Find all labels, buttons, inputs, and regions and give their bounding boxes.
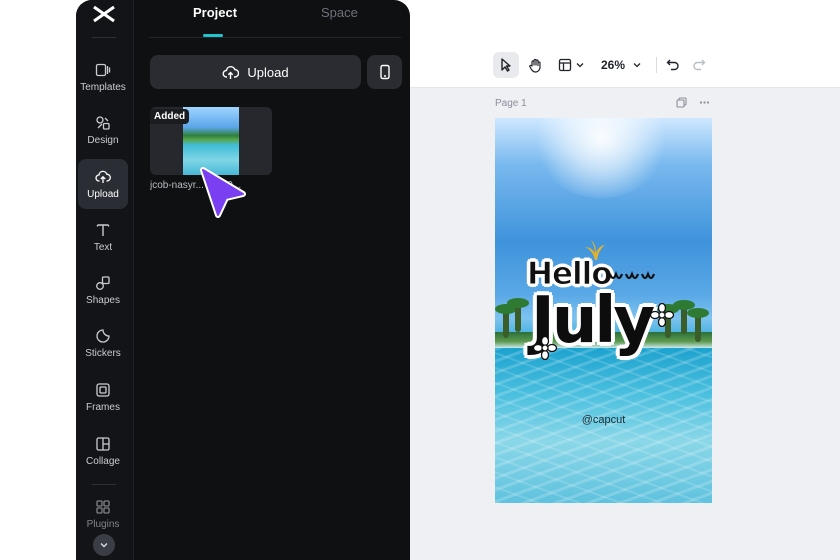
sidebar-item-upload[interactable]: Upload bbox=[78, 159, 128, 209]
page-label: Page 1 bbox=[495, 98, 527, 109]
chevron-down-icon bbox=[576, 63, 584, 68]
page-actions bbox=[676, 97, 710, 108]
added-badge: Added bbox=[150, 109, 190, 124]
sidebar-item-design[interactable]: Design bbox=[78, 105, 128, 155]
phone-upload-button[interactable] bbox=[367, 55, 402, 89]
zoom-dropdown[interactable]: 26% bbox=[594, 52, 648, 78]
palm-tree bbox=[687, 308, 709, 342]
layout-button[interactable] bbox=[554, 52, 588, 78]
tab-divider bbox=[149, 37, 401, 38]
plugins-icon bbox=[94, 498, 112, 516]
palm-tree bbox=[673, 300, 695, 334]
palm-tree bbox=[495, 304, 517, 338]
canvas-toolbar: 26% bbox=[380, 42, 840, 88]
sidebar-item-label: Stickers bbox=[85, 348, 121, 359]
layout-icon bbox=[558, 58, 572, 72]
sidebar-item-label: Templates bbox=[80, 82, 126, 93]
tab-project[interactable]: Project bbox=[193, 5, 237, 20]
phone-icon bbox=[379, 64, 390, 80]
flower-sticker[interactable] bbox=[533, 336, 557, 360]
hand-tool-button[interactable] bbox=[522, 52, 548, 78]
tab-space[interactable]: Space bbox=[321, 5, 358, 20]
duplicate-icon[interactable] bbox=[676, 97, 687, 108]
hand-icon bbox=[528, 58, 541, 73]
shapes-icon bbox=[94, 274, 112, 292]
upload-button[interactable]: Upload bbox=[150, 55, 361, 89]
sidebar-rail: Templates Design Upload Text Shapes Stic… bbox=[76, 0, 134, 560]
sidebar-item-templates[interactable]: Templates bbox=[78, 52, 128, 102]
frames-icon bbox=[94, 381, 112, 399]
upload-icon bbox=[94, 168, 112, 186]
undo-icon bbox=[666, 59, 679, 71]
app-window: Templates Design Upload Text Shapes Stic… bbox=[76, 0, 410, 560]
stickers-icon bbox=[94, 327, 112, 345]
palm-tree bbox=[507, 298, 529, 332]
rail-divider bbox=[92, 37, 116, 38]
more-icon[interactable] bbox=[699, 97, 710, 108]
wave-squiggle-sticker[interactable] bbox=[608, 270, 656, 284]
sidebar-item-label: Plugins bbox=[86, 519, 120, 530]
sun-glow bbox=[531, 118, 671, 198]
expand-more-button[interactable] bbox=[93, 534, 115, 556]
templates-icon bbox=[94, 61, 112, 79]
flower-sticker[interactable] bbox=[650, 303, 674, 327]
text-icon bbox=[94, 221, 112, 239]
sidebar-item-collage[interactable]: Collage bbox=[78, 426, 128, 476]
cloud-upload-icon bbox=[222, 65, 240, 79]
upload-button-label: Upload bbox=[247, 64, 289, 80]
select-tool-button[interactable] bbox=[493, 52, 519, 78]
capcut-logo[interactable] bbox=[90, 2, 118, 26]
sidebar-item-plugins[interactable]: Plugins bbox=[78, 492, 128, 536]
redo-button[interactable] bbox=[688, 52, 710, 78]
toolbar-divider bbox=[656, 57, 657, 73]
design-icon bbox=[94, 114, 112, 132]
sidebar-item-frames[interactable]: Frames bbox=[78, 372, 128, 422]
rail-divider bbox=[92, 484, 116, 485]
sidebar-item-label: Text bbox=[93, 242, 113, 253]
sidebar-item-label: Upload bbox=[87, 189, 119, 200]
media-thumbnail bbox=[183, 107, 239, 175]
sidebar-item-label: Collage bbox=[86, 456, 120, 467]
undo-button[interactable] bbox=[662, 52, 684, 78]
chevron-down-icon bbox=[100, 543, 108, 548]
handle-text[interactable]: @capcut bbox=[495, 414, 712, 426]
zoom-value: 26% bbox=[600, 58, 626, 72]
redo-icon bbox=[693, 59, 706, 71]
sidebar-item-label: Shapes bbox=[86, 295, 120, 306]
sidebar-item-label: Design bbox=[87, 135, 119, 146]
design-page[interactable]: Hello July @capcut bbox=[495, 118, 712, 503]
sidebar-item-text[interactable]: Text bbox=[78, 212, 128, 262]
sidebar-item-label: Frames bbox=[86, 402, 120, 413]
media-item[interactable]: Added bbox=[150, 107, 272, 175]
chevron-down-icon bbox=[633, 63, 641, 68]
sidebar-item-stickers[interactable]: Stickers bbox=[78, 318, 128, 368]
upload-panel: Project Space Upload Added jcob-nasyr...… bbox=[135, 0, 410, 560]
cursor-arrow-icon bbox=[200, 167, 246, 218]
pointer-icon bbox=[501, 58, 511, 72]
collage-icon bbox=[94, 435, 112, 453]
sidebar-item-shapes[interactable]: Shapes bbox=[78, 265, 128, 315]
